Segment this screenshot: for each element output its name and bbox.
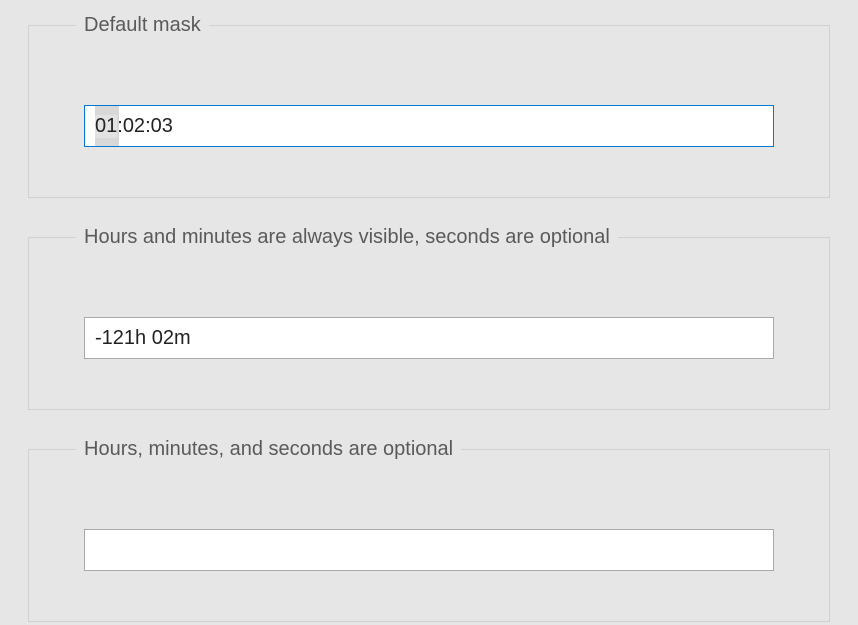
group-hours-minutes-visible: Hours and minutes are always visible, se… xyxy=(28,226,830,410)
group-legend: Hours and minutes are always visible, se… xyxy=(76,226,618,249)
group-all-optional: Hours, minutes, and seconds are optional xyxy=(28,438,830,622)
group-legend: Hours, minutes, and seconds are optional xyxy=(76,438,461,461)
group-default-mask: Default mask 01:02:03 xyxy=(28,14,830,198)
time-input-wrap: 01:02:03 xyxy=(84,105,774,147)
time-input-wrap xyxy=(84,529,774,571)
group-legend: Default mask xyxy=(76,14,209,37)
selection-highlight xyxy=(95,106,119,146)
time-input-default[interactable] xyxy=(84,105,774,147)
time-input-all-optional[interactable] xyxy=(84,529,774,571)
time-input-hours-minutes[interactable] xyxy=(84,317,774,359)
time-input-wrap xyxy=(84,317,774,359)
